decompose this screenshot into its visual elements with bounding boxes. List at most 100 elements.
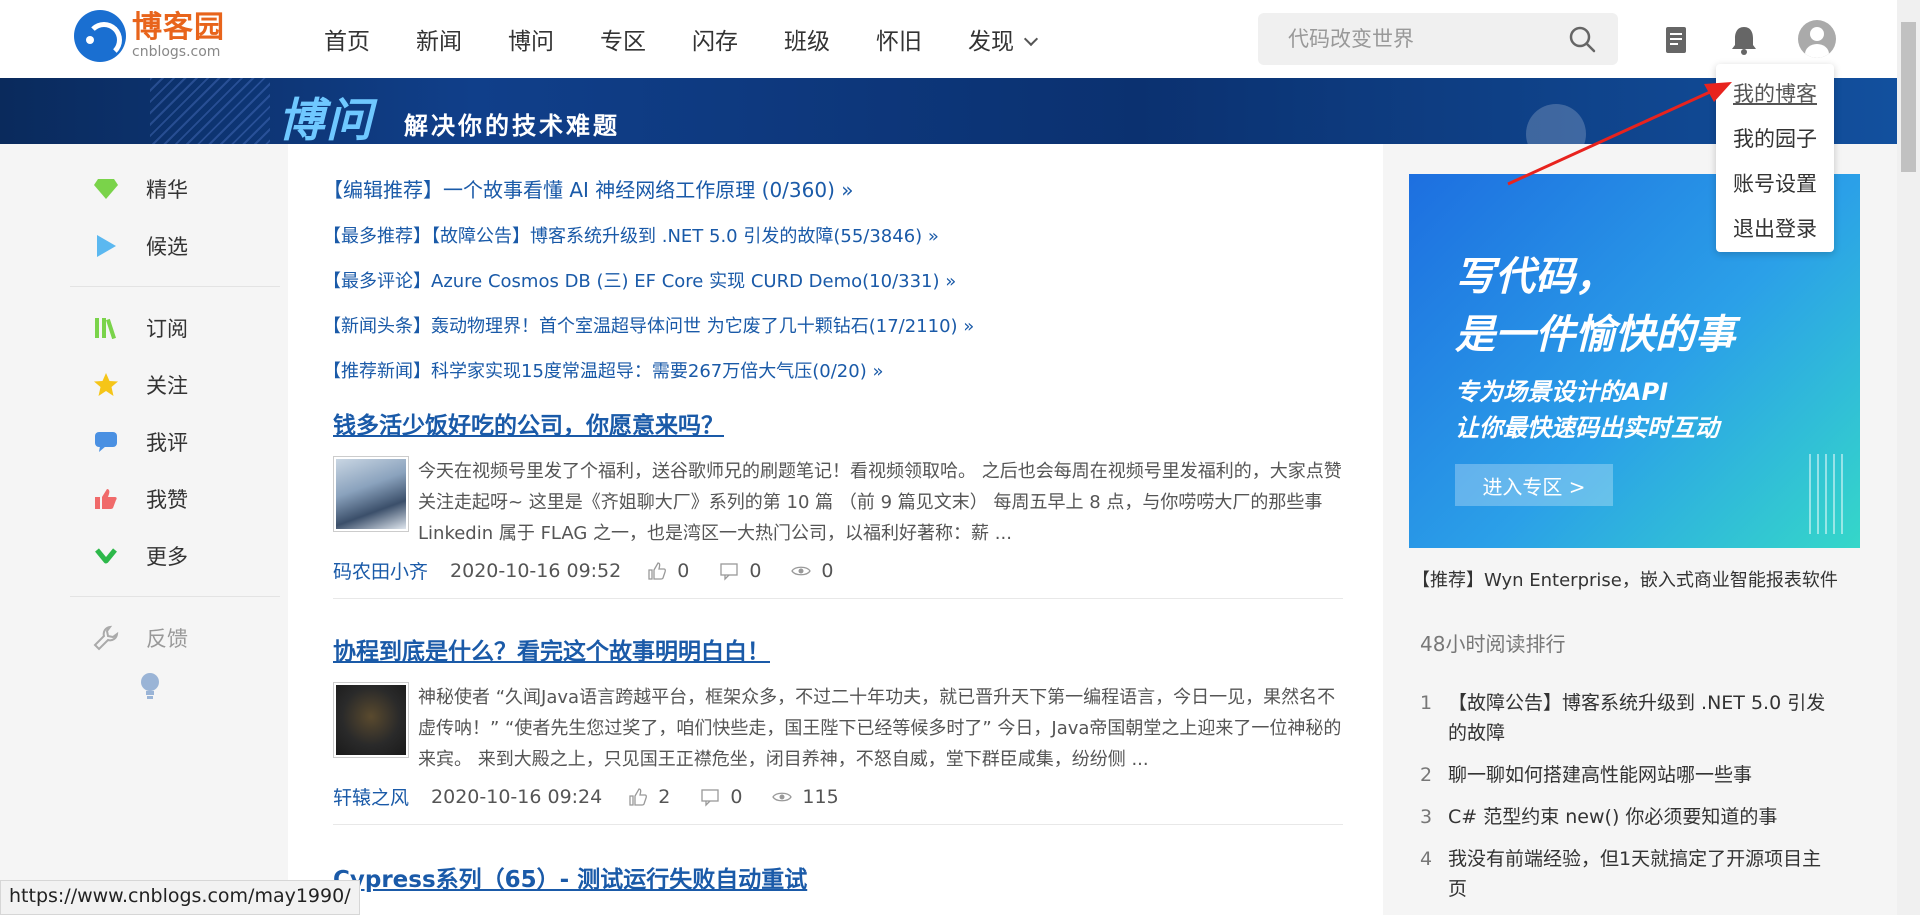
like-count: 0 [677, 559, 690, 582]
sidebar-item-label: 反馈 [146, 626, 188, 651]
sidebar-item-candidate[interactable]: 候选 [70, 217, 280, 274]
sidebar-item-label: 候选 [146, 234, 188, 259]
play-icon [92, 232, 120, 260]
ranking-link[interactable]: 聊一聊如何搭建高性能网站哪一些事 [1448, 760, 1752, 790]
ranking-number: 3 [1420, 806, 1433, 828]
search-input[interactable] [1288, 25, 1548, 53]
comment-icon[interactable] [719, 561, 739, 581]
rss-logo-icon [74, 10, 126, 62]
sidebar-item-label: 订阅 [146, 316, 188, 341]
nav-home[interactable]: 首页 [324, 22, 370, 56]
theme-toggle[interactable] [70, 666, 280, 706]
bell-icon[interactable] [1726, 22, 1762, 58]
eye-icon [772, 792, 793, 801]
chevron-down-icon [92, 542, 120, 570]
ad-recommend-link[interactable]: 【推荐】Wyn Enterprise，嵌入式商业智能报表软件 [1412, 566, 1838, 592]
comment-icon [92, 428, 120, 456]
ranking-item[interactable]: 2 聊一聊如何搭建高性能网站哪一些事 [1420, 760, 1840, 790]
post-date: 2020-10-16 09:52 [450, 559, 622, 582]
banner-title: 博问 [278, 93, 374, 144]
thumbs-up-icon[interactable] [647, 561, 667, 581]
post-title[interactable]: 协程到底是什么？看完这个故事明明白白！ [333, 632, 1343, 666]
nav-nostalgia[interactable]: 怀旧 [876, 22, 922, 56]
sidebar-item-label: 我评 [146, 430, 188, 455]
sidebar-item-my-likes[interactable]: 我赞 [70, 470, 280, 527]
search-icon[interactable] [1568, 25, 1596, 53]
thumbs-up-icon [92, 485, 120, 513]
nav-flash[interactable]: 闪存 [692, 22, 738, 56]
ranking-item[interactable]: 1 【故障公告】博客系统升级到 .NET 5.0 引发的故障 [1420, 688, 1840, 748]
banner-subtitle: 解决你的技术难题 [404, 112, 620, 140]
site-logo[interactable]: 博客园 cnblogs.com [74, 10, 225, 62]
logo-title: 博客园 [132, 10, 225, 45]
view-count: 0 [821, 559, 834, 582]
author-avatar[interactable] [333, 682, 409, 758]
left-sidebar: 精华 候选 订阅 关注 我评 我赞 更多 反馈 [70, 160, 280, 706]
ranking-number: 4 [1420, 848, 1433, 870]
ad-subline-1: 专为场景设计的API [1455, 378, 1669, 406]
recommend-link[interactable]: 【最多评论】Azure Cosmos DB (三) EF Core 实现 CUR… [323, 267, 974, 293]
lightbulb-icon [136, 672, 164, 700]
annotation-arrow [1507, 82, 1732, 186]
nav-class[interactable]: 班级 [784, 22, 830, 56]
chevron-down-icon [1023, 31, 1039, 47]
nav-questions[interactable]: 博问 [508, 22, 554, 56]
post-meta: 码农田小齐 2020-10-16 09:52 0 0 0 [333, 557, 1343, 584]
avatar[interactable] [1798, 20, 1836, 58]
sidebar-item-label: 关注 [146, 373, 188, 398]
recommend-link[interactable]: 【最多推荐】【故障公告】博客系统升级到 .NET 5.0 引发的故障(55/38… [323, 222, 974, 248]
ranking-link[interactable]: C# 范型约束 new() 你必须要知道的事 [1448, 802, 1777, 832]
menu-item-logout[interactable]: 退出登录 [1716, 207, 1834, 252]
ranking-link[interactable]: 我没有前端经验，但1天就搞定了开源项目主页 [1448, 844, 1840, 904]
ranking-item[interactable]: 4 我没有前端经验，但1天就搞定了开源项目主页 [1420, 844, 1840, 904]
post-author[interactable]: 码农田小齐 [333, 557, 428, 584]
main-nav: 首页 新闻 博问 专区 闪存 班级 怀旧 发现 [324, 22, 1082, 56]
sidebar-item-featured[interactable]: 精华 [70, 160, 280, 217]
ranking-link[interactable]: 【故障公告】博客系统升级到 .NET 5.0 引发的故障 [1448, 688, 1840, 748]
post-summary: 今天在视频号里发了个福利，送谷歌师兄的刷题笔记！看视频领取哈。 之后也会每周在视… [418, 461, 1342, 544]
post-item: Cypress系列（65）- 测试运行失败自动重试 [333, 860, 1343, 894]
recommend-link[interactable]: 【编辑推荐】一个故事看懂 AI 神经网络工作原理 (0/360) » [323, 174, 974, 203]
sidebar-item-label: 更多 [146, 544, 188, 569]
sidebar-item-more[interactable]: 更多 [70, 527, 280, 584]
view-count: 115 [802, 785, 839, 808]
recommend-link[interactable]: 【新闻头条】轰动物理界！首个室温超导体问世 为它废了几十颗钻石(17/2110)… [323, 312, 974, 338]
nav-news[interactable]: 新闻 [416, 22, 462, 56]
comment-count: 0 [749, 559, 762, 582]
post-title[interactable]: 钱多活少饭好吃的公司，你愿意来吗？ [333, 406, 1343, 440]
thumbs-up-icon[interactable] [628, 787, 648, 807]
nav-discover[interactable]: 发现 [968, 22, 1039, 56]
post-item: 钱多活少饭好吃的公司，你愿意来吗？ 今天在视频号里发了个福利，送谷歌师兄的刷题笔… [333, 406, 1343, 599]
post-meta: 轩辕之风 2020-10-16 09:24 2 0 115 [333, 783, 1343, 810]
post-summary: 神秘使者 “久闻Java语言跨越平台，框架众多，不过二十年功夫，就已晋升天下第一… [418, 687, 1342, 770]
ranking-item[interactable]: 3 C# 范型约束 new() 你必须要知道的事 [1420, 802, 1840, 832]
star-icon [92, 371, 120, 399]
post-date: 2020-10-16 09:24 [431, 785, 603, 808]
recommend-link[interactable]: 【推荐新闻】科学家实现15度常温超导：需要267万倍大气压(0/20) » [323, 357, 974, 383]
document-icon[interactable] [1658, 22, 1694, 58]
nav-zone[interactable]: 专区 [600, 22, 646, 56]
logo-domain: cnblogs.com [132, 44, 221, 60]
post-author[interactable]: 轩辕之风 [333, 783, 409, 810]
like-count: 2 [658, 785, 671, 808]
sidebar-item-my-comments[interactable]: 我评 [70, 413, 280, 470]
scrollbar-thumb[interactable] [1901, 22, 1916, 172]
ranking-title: 48小时阅读排行 [1420, 632, 1566, 656]
main-content: 【编辑推荐】一个故事看懂 AI 神经网络工作原理 (0/360) » 【最多推荐… [288, 144, 1383, 915]
sidebar-item-follow[interactable]: 关注 [70, 356, 280, 413]
author-avatar[interactable] [333, 456, 409, 532]
post-title[interactable]: Cypress系列（65）- 测试运行失败自动重试 [333, 860, 1343, 894]
ranking-list: 1 【故障公告】博客系统升级到 .NET 5.0 引发的故障 2 聊一聊如何搭建… [1420, 688, 1840, 915]
ad-headline-2: 是一件愉快的事 [1455, 312, 1735, 358]
comment-count: 0 [730, 785, 743, 808]
sidebar-item-feedback[interactable]: 反馈 [70, 609, 280, 666]
post-item: 协程到底是什么？看完这个故事明明白白！ 神秘使者 “久闻Java语言跨越平台，框… [333, 632, 1343, 825]
sidebar-item-subscribe[interactable]: 订阅 [70, 299, 280, 356]
sidebar-divider [70, 596, 280, 597]
status-bar-url: https://www.cnblogs.com/may1990/ [0, 880, 360, 915]
search-box [1258, 13, 1618, 65]
comment-icon[interactable] [700, 787, 720, 807]
ad-enter-button[interactable]: 进入专区 > [1455, 464, 1613, 506]
ad-subline-2: 让你最快速码出实时互动 [1455, 414, 1719, 442]
page-scrollbar[interactable] [1897, 0, 1920, 915]
